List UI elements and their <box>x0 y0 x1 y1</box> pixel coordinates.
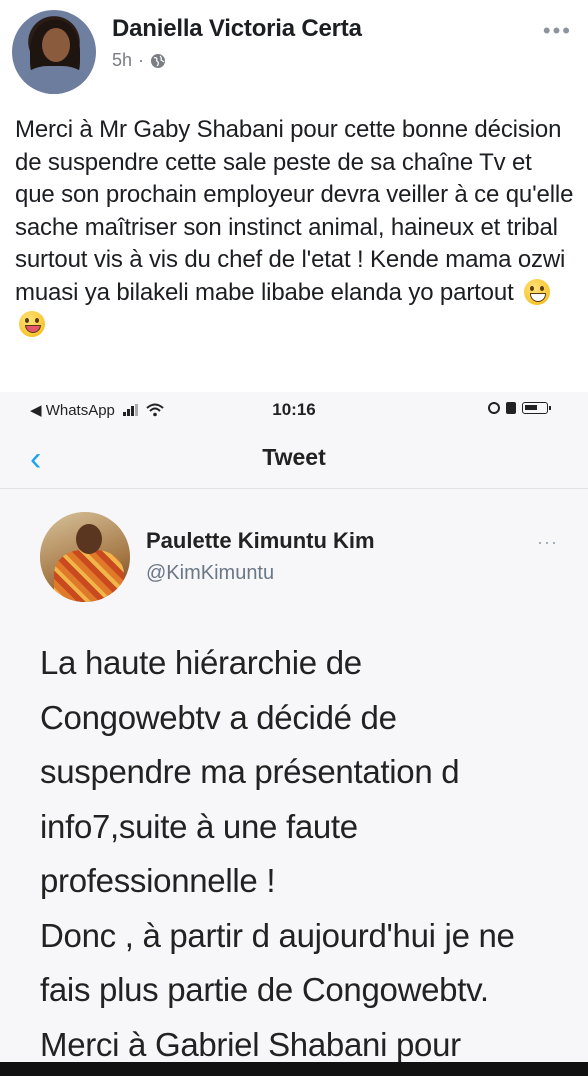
more-options-icon[interactable]: ••• <box>543 20 572 42</box>
author-name[interactable]: Daniella Victoria Certa <box>112 15 362 43</box>
tweet-author-name[interactable]: Paulette Kimuntu Kim <box>146 528 375 554</box>
face-with-tongue-icon <box>19 311 45 337</box>
lock-icon <box>506 402 516 414</box>
ios-status-bar: ◀ WhatsApp 10:16 <box>0 392 588 428</box>
author-avatar[interactable] <box>12 10 96 94</box>
embedded-screenshot: ◀ WhatsApp 10:16 ‹ Tweet Paulette Kimunt… <box>0 392 588 1076</box>
tweet-line: info7,suite à une faute <box>40 807 358 845</box>
post-body: Merci à Mr Gaby Shabani pour cette bonne… <box>15 116 574 306</box>
battery-icon <box>522 402 551 414</box>
tweet-more-icon[interactable]: ··· <box>537 532 558 553</box>
nav-title: Tweet <box>262 444 326 470</box>
tweet-line: La haute hiérarchie de <box>40 644 362 681</box>
tweet-line: Congowebtv a décidé de <box>40 698 397 736</box>
post-text: Merci à Mr Gaby Shabani pour cette bonne… <box>15 114 575 342</box>
post-time[interactable]: 5h <box>112 50 132 71</box>
tweet-line: Donc , à partir d aujourd'hui je ne <box>40 916 515 954</box>
orientation-lock-icon <box>488 402 500 414</box>
tweet-line: fais plus partie de Congowebtv. <box>40 971 489 1008</box>
tweet-text: La haute hiérarchie de Congowebtv a déci… <box>40 636 570 1072</box>
tweet-author-avatar[interactable] <box>40 512 130 602</box>
tweet-line: suspendre ma présentation d <box>40 753 460 790</box>
post-meta: 5h · <box>112 50 166 71</box>
tweet-nav-bar: ‹ Tweet <box>0 432 588 489</box>
meta-separator: · <box>138 50 145 70</box>
post-header: Daniella Victoria Certa 5h · ••• <box>0 0 588 100</box>
tweet-line: professionnelle ! <box>40 862 276 899</box>
status-right-icons <box>488 402 551 414</box>
grinning-face-icon <box>524 278 551 305</box>
bottom-edge-bar <box>0 1062 588 1076</box>
globe-icon[interactable] <box>150 53 166 69</box>
tweet-author-handle[interactable]: @KimKimuntu <box>146 562 274 585</box>
